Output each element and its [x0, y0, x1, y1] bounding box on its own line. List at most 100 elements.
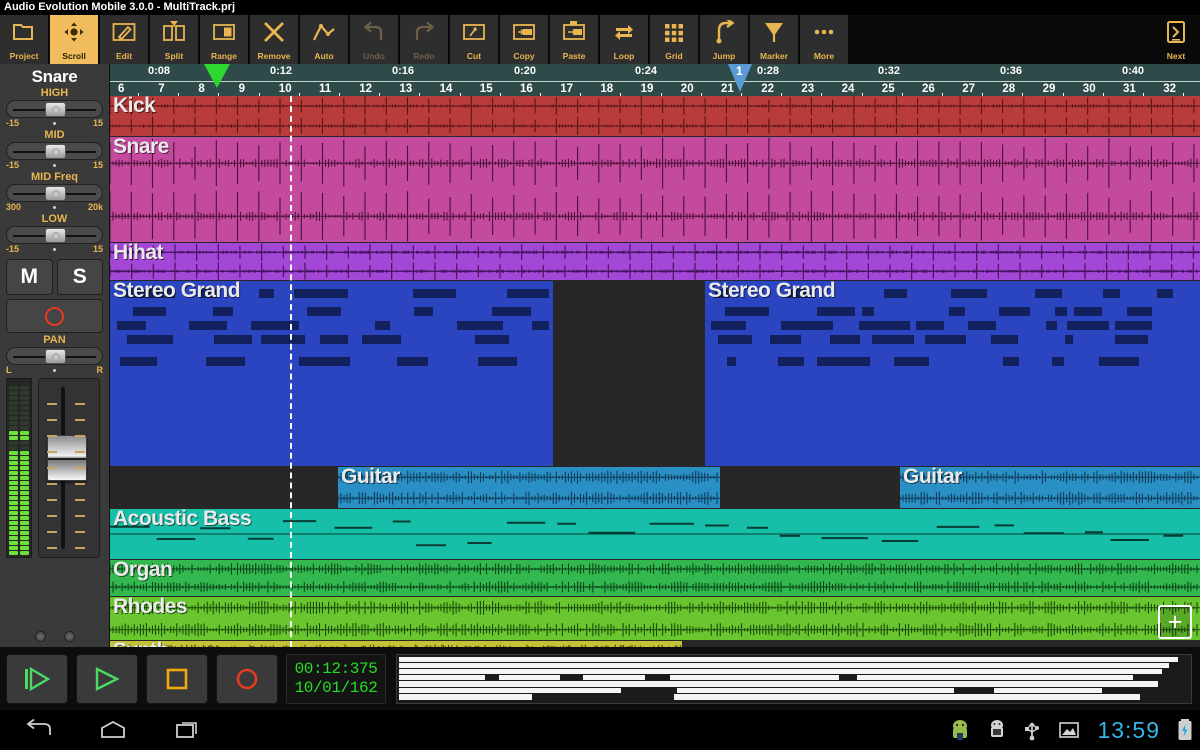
copy-icon	[512, 20, 536, 44]
clip-acoustic-bass[interactable]: Acoustic Bass	[110, 509, 1200, 559]
clip-rhodes[interactable]: Rhodes	[110, 597, 1200, 640]
back-button[interactable]	[0, 710, 75, 750]
track-lane-snare[interactable]: Snare	[110, 137, 1200, 242]
clip-hihat[interactable]: Hihat	[110, 243, 1200, 280]
clip-kick[interactable]: Kick	[110, 96, 1200, 136]
toolbar-button-marker[interactable]: Marker	[750, 15, 798, 64]
eq-band-label: HIGH	[0, 87, 109, 100]
clip-guitar[interactable]: Guitar	[900, 467, 1200, 508]
toolbar-button-copy[interactable]: Copy	[500, 15, 548, 64]
volume-fader[interactable]: 60-6-12-24-inf	[38, 378, 100, 558]
clip-snare[interactable]: Snare	[110, 137, 1200, 242]
midi-note	[299, 357, 350, 366]
mute-button[interactable]: M	[6, 259, 53, 295]
toolbar-button-scroll[interactable]: Scroll	[50, 15, 98, 64]
arrangement-area[interactable]: 0:080:120:160:200:240:280:320:360:40 678…	[110, 64, 1200, 647]
toolbar-button-label: Redo	[413, 52, 434, 64]
toolbar-button-paste[interactable]: Paste	[550, 15, 598, 64]
eq-slider-handle[interactable]	[45, 144, 66, 159]
toolbar-button-split[interactable]: Split	[150, 15, 198, 64]
fader-tick	[47, 547, 57, 549]
eq-slider-handle[interactable]	[45, 102, 66, 117]
rewind-play-button[interactable]	[6, 654, 68, 704]
track-lane-organ[interactable]: Organ	[110, 560, 1200, 596]
meter-led	[9, 411, 29, 415]
toolbar-button-auto[interactable]: Auto	[300, 15, 348, 64]
ruler-bar-number: 18	[600, 83, 613, 95]
home-button[interactable]	[75, 710, 150, 750]
toolbar-button-redo[interactable]: Redo	[400, 15, 448, 64]
ruler-bar-number: 6	[118, 83, 124, 95]
fader-tick	[75, 467, 85, 469]
clip-label: Stereo Grand	[113, 281, 240, 303]
toolbar-button-loop[interactable]: Loop	[600, 15, 648, 64]
overview-track-bar	[499, 675, 560, 680]
playhead-marker[interactable]	[204, 64, 230, 88]
overview-track-bar	[994, 688, 1101, 693]
toolbar-button-label: More	[814, 52, 834, 64]
eq-slider[interactable]	[6, 226, 103, 244]
fader-tick	[47, 403, 57, 405]
clip-organ[interactable]: Organ	[110, 560, 1200, 596]
project-overview-minimap[interactable]	[396, 654, 1192, 704]
page-indicator-dots[interactable]	[0, 631, 110, 642]
toolbar-button-grid[interactable]: Grid	[650, 15, 698, 64]
track-lane-kick[interactable]: Kick	[110, 96, 1200, 136]
toolbar-button-cut[interactable]: Cut	[450, 15, 498, 64]
track-lane-rhodes[interactable]: Rhodes	[110, 597, 1200, 640]
toolbar-button-jump[interactable]: Jump	[700, 15, 748, 64]
meter-led	[9, 426, 29, 430]
meter-led	[9, 496, 29, 500]
toolbar-button-remove[interactable]: Remove	[250, 15, 298, 64]
meter-led	[9, 456, 29, 460]
meter-led	[9, 396, 29, 400]
time-display[interactable]: 00:12:375 10/01/162	[286, 654, 386, 704]
meter-led	[9, 451, 29, 455]
ruler-time-label: 0:28	[757, 65, 779, 77]
pan-slider[interactable]	[6, 347, 103, 365]
stop-button[interactable]	[146, 654, 208, 704]
eq-slider[interactable]	[6, 142, 103, 160]
eq-slider-handle[interactable]	[45, 228, 66, 243]
overview-track-bar	[677, 688, 955, 693]
eq-slider[interactable]	[6, 184, 103, 202]
toolbar-button-edit[interactable]: Edit	[100, 15, 148, 64]
record-button[interactable]	[216, 654, 278, 704]
next-panel-button[interactable]: Next	[1152, 15, 1200, 64]
page-dot-2[interactable]	[64, 631, 75, 642]
clip-label: Guitar	[903, 467, 962, 489]
timeline-ruler[interactable]: 0:080:120:160:200:240:280:320:360:40 678…	[110, 64, 1200, 96]
midi-note	[413, 289, 456, 298]
track-lanes[interactable]: + KickSnareHihatStereo GrandStereo Grand…	[110, 96, 1200, 647]
midi-note	[1103, 289, 1120, 298]
toolbar-button-undo[interactable]: Undo	[350, 15, 398, 64]
page-dot-1[interactable]	[35, 631, 46, 642]
ruler-bar-number: 24	[842, 83, 855, 95]
meter-led	[9, 521, 29, 525]
time-primary: 00:12:375	[295, 660, 378, 679]
track-lane-acoustic-bass[interactable]: Acoustic Bass	[110, 509, 1200, 559]
toolbar-button-range[interactable]: Range	[200, 15, 248, 64]
meter-led	[9, 516, 29, 520]
eq-max-label: 20k	[88, 202, 103, 213]
eq-slider[interactable]	[6, 100, 103, 118]
recents-button[interactable]	[150, 710, 225, 750]
toolbar-button-project[interactable]: Project	[0, 15, 48, 64]
track-lane-guitar[interactable]: Guitar Guitar	[110, 467, 1200, 508]
track-lane-hihat[interactable]: Hihat	[110, 243, 1200, 280]
eq-min-label: -15	[6, 244, 19, 255]
clip-guitar[interactable]: Guitar	[338, 467, 720, 508]
clip-stereo-grand[interactable]: Stereo Grand	[705, 281, 1200, 466]
clip-stereo-grand[interactable]: Stereo Grand	[110, 281, 553, 466]
add-track-button[interactable]: +	[1158, 605, 1192, 639]
fader-handle[interactable]	[47, 435, 87, 481]
play-button[interactable]	[76, 654, 138, 704]
pan-label: PAN	[0, 333, 109, 347]
solo-button[interactable]: S	[57, 259, 104, 295]
toolbar-button-more[interactable]: More	[800, 15, 848, 64]
eq-min-label: -15	[6, 118, 19, 129]
eq-slider-handle[interactable]	[45, 186, 66, 201]
track-lane-stereo-grand[interactable]: Stereo Grand Stereo Grand	[110, 281, 1200, 466]
overview-track-bar	[399, 694, 532, 700]
arm-record-button[interactable]	[6, 299, 103, 333]
